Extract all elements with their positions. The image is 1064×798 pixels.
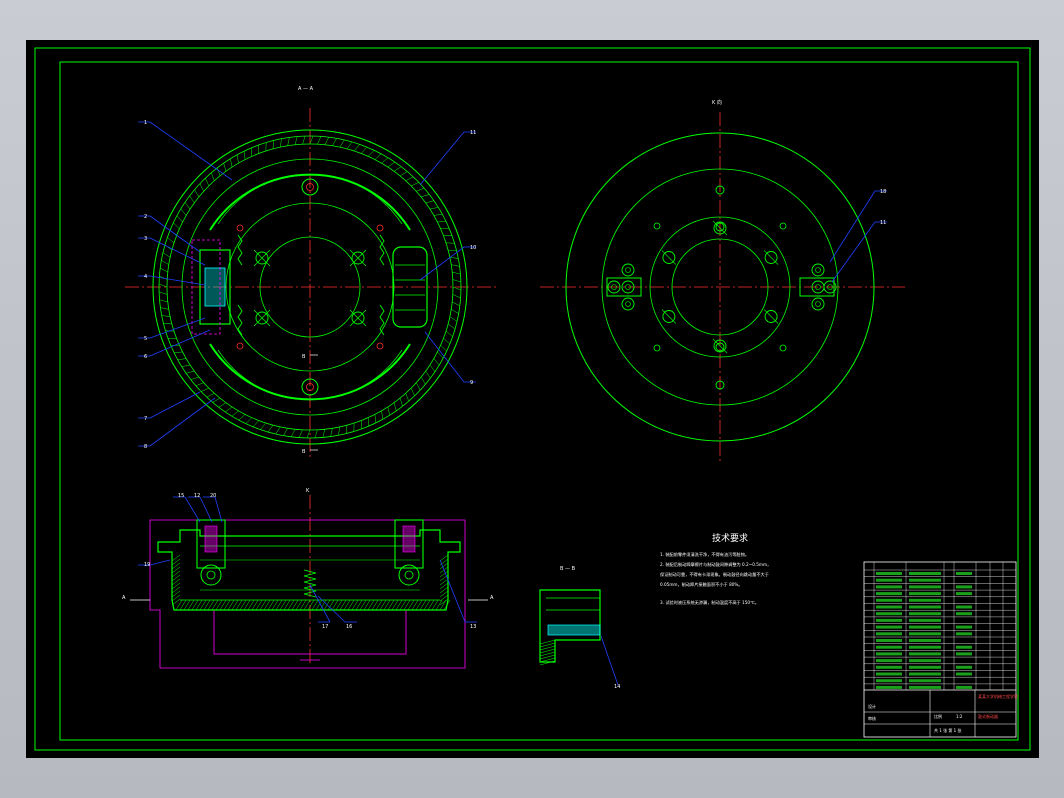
section-b-top-mark: B xyxy=(302,354,306,360)
section-a-left-mark: A xyxy=(122,595,126,601)
part-number-label: 2 xyxy=(144,214,147,220)
part-number-label: 4 xyxy=(144,274,147,280)
part-number-label: 8 xyxy=(144,444,147,450)
part-number-label: 6 xyxy=(144,354,147,360)
part-number-label: 11 xyxy=(880,220,886,226)
tech-item-4: 0.05mm，制动蹄片接触面积不小于 80%。 xyxy=(660,581,743,588)
section-aa-label: A — A xyxy=(298,86,314,92)
detail-bb-label: B — B xyxy=(560,566,576,572)
scale-value: 1:2 xyxy=(956,714,963,719)
scale-label: 比例 xyxy=(934,713,942,719)
drawing-name: 鼓式制动器 xyxy=(978,713,998,719)
cad-viewport: B B A — A 1 2 3 4 5 6 7 8 9 10 11 K 向 18 11 K xyxy=(0,0,1064,798)
part-number-label: 12 xyxy=(194,493,200,499)
designer-label: 设计 xyxy=(868,703,876,709)
part-number-label: 10 xyxy=(470,245,476,251)
part-number-label: 20 xyxy=(210,493,216,499)
cad-drawing: B B A — A 1234567891011 K 向 1811 K A A 1… xyxy=(26,40,1039,758)
part-number-label: 5 xyxy=(144,336,147,342)
tech-item-5: 3. 试验时液压系统无渗漏，制动温度不高于 150℃。 xyxy=(660,599,759,606)
part-number-label: 9 xyxy=(470,380,473,386)
tech-item-1: 1. 装配前零件须清洗干净，不得有油污等脏物。 xyxy=(660,551,749,558)
part-number-label: 15 xyxy=(178,493,184,499)
view-k-label: K 向 xyxy=(712,99,722,106)
part-number-label: 19 xyxy=(144,562,150,568)
part-number-label: 1 xyxy=(144,120,147,126)
check-label: 审核 xyxy=(868,715,876,721)
cylinder-bore xyxy=(204,267,226,307)
tech-item-3: 保证制动可靠，不得有卡滞现象。制动鼓径向跳动量不大于 xyxy=(660,571,769,578)
part-number-label: 3 xyxy=(144,236,147,242)
tech-item-2: 2. 装配后制动蹄摩擦片与制动鼓间隙调整为 0.2~0.5mm， xyxy=(660,561,771,568)
part-number-label: 18 xyxy=(880,189,886,195)
sheet-info: 共 1 张 第 1 张 xyxy=(934,727,961,733)
part-number-label: 11 xyxy=(470,130,476,136)
tech-heading: 技术要求 xyxy=(712,532,748,544)
section-a-right-mark: A xyxy=(490,595,494,601)
part-number-label: 16 xyxy=(346,624,352,630)
detail-lining xyxy=(547,624,601,636)
part-number-label: 13 xyxy=(470,624,476,630)
section-b-bottom-mark: B xyxy=(302,449,306,455)
part-number-label: 17 xyxy=(322,624,328,630)
part-number-label: 7 xyxy=(144,416,147,422)
detail-part-14: 14 xyxy=(614,684,620,690)
school-name: 某某大学机械工程学院 xyxy=(978,693,1018,699)
